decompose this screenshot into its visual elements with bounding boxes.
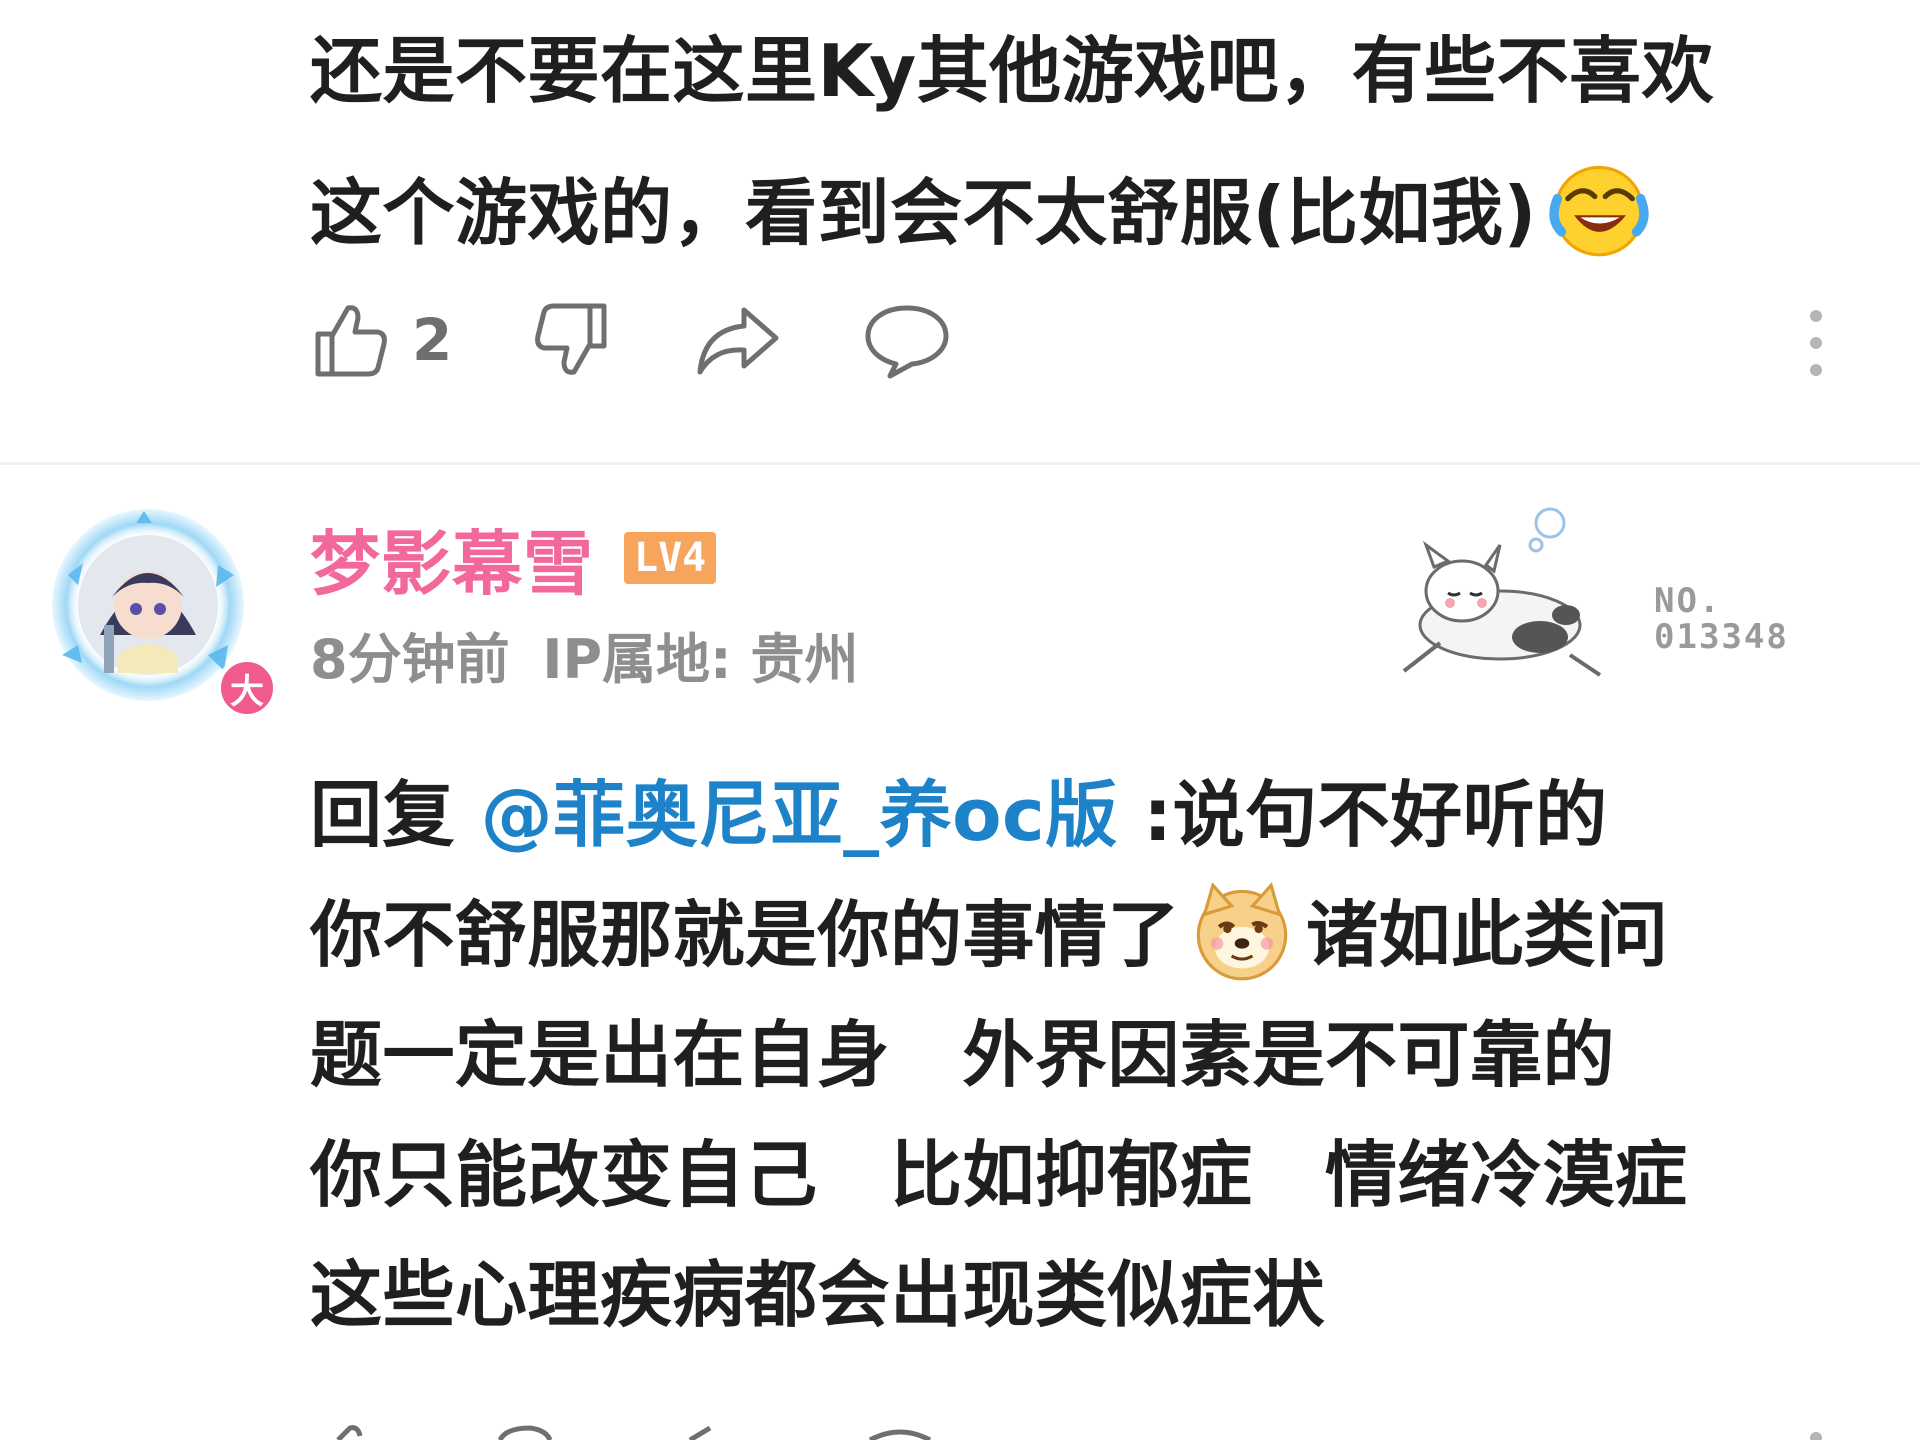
fan-card-number-value: 013348: [1654, 617, 1789, 657]
comment-icon: [865, 305, 949, 379]
fan-card-number-label: NO.: [1654, 581, 1722, 621]
comment-item: 还是不要在这里Ky其他游戏吧，有些不喜欢 这个游戏的，看到会不太舒服(比如我) …: [0, 0, 1920, 462]
avatar[interactable]: 大: [48, 505, 278, 719]
reply-button[interactable]: [862, 300, 952, 380]
comment-header: 梦影幕雪 LV4 8分钟前 IP属地: 贵州: [310, 513, 858, 694]
sleeping-character-icon: [1402, 507, 1602, 677]
laughing-crying-emoji-icon: [1549, 166, 1649, 257]
like-button[interactable]: 2: [310, 300, 452, 380]
thumbs-down-icon: [535, 303, 607, 375]
ip-location: IP属地: 贵州: [542, 628, 859, 691]
avatar-badge: 大: [216, 657, 278, 719]
fan-card-decoration: NO. 013348: [1390, 505, 1830, 695]
comment-text-line: 你不舒服那就是你的事情了 诸如此类问: [310, 875, 1870, 995]
comment-action-bar: 2: [310, 300, 1032, 380]
level-badge: LV4: [624, 532, 717, 584]
comment-text: 还是不要在这里Ky其他游戏吧，有些不喜欢 这个游戏的，看到会不太舒服(比如我): [310, 0, 1850, 284]
dislike-button[interactable]: [532, 300, 612, 380]
comment-text-line: 这些心理疾病都会出现类似症状: [310, 1253, 1326, 1337]
comment-text: 回复 @菲奥尼亚_养oc版 :说句不好听的 你不舒服那就是你的事情了 诸如此类问…: [310, 755, 1870, 1355]
username[interactable]: 梦影幕雪: [310, 508, 594, 609]
comment-text-line: 还是不要在这里Ky其他游戏吧，有些不喜欢: [310, 29, 1715, 113]
mention-link[interactable]: @菲奥尼亚_养oc版: [481, 773, 1118, 857]
thumbs-up-icon: [315, 305, 387, 377]
comment-text-segment: 这个游戏的，看到会不太舒服(比如我): [310, 171, 1537, 255]
username-row: 梦影幕雪 LV4: [310, 513, 858, 605]
comment-text-segment: 你不舒服那就是你的事情了: [310, 893, 1181, 977]
fan-card-number: NO. 013348: [1654, 583, 1789, 655]
like-count: 2: [412, 306, 453, 374]
next-action-bar-peek: [310, 1422, 1870, 1440]
share-icon: [697, 307, 779, 375]
cut-off-icons: [336, 1425, 1822, 1440]
doge-emoji-icon: [1196, 882, 1288, 981]
comment-text-segment: :说句不好听的: [1117, 773, 1608, 857]
comment-text-line: 你只能改变自己 比如抑郁症 情绪冷漠症: [310, 1133, 1688, 1217]
reply-prefix: 回复: [310, 773, 481, 857]
comment-item: 大 梦影幕雪 LV4 8分钟前 IP属地: 贵州 NO. 013348 回复 @…: [0, 465, 1920, 1440]
comment-text-line: 题一定是出在自身 外界因素是不可靠的: [310, 1013, 1616, 1097]
comment-time: 8分钟前: [310, 628, 510, 691]
share-button[interactable]: [692, 300, 782, 380]
comment-meta: 8分钟前 IP属地: 贵州: [310, 615, 858, 694]
comment-text-segment: 诸如此类问: [1306, 893, 1669, 977]
more-vertical-icon[interactable]: [1808, 308, 1824, 378]
comment-text-line: 回复 @菲奥尼亚_养oc版 :说句不好听的: [310, 755, 1870, 875]
comment-text-line: 这个游戏的，看到会不太舒服(比如我): [310, 142, 1850, 284]
